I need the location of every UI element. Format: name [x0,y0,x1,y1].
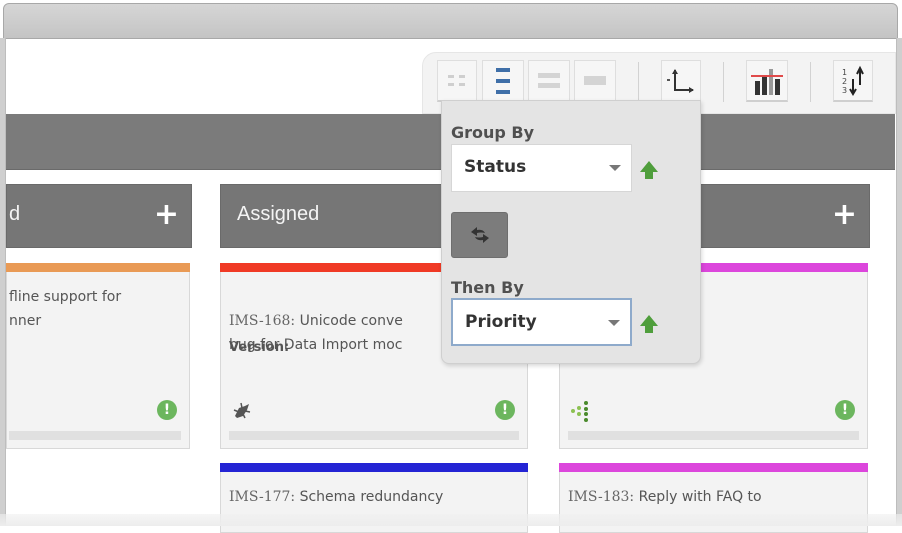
svg-text:1: 1 [842,68,847,77]
grid-icon [448,74,465,86]
card-progress-bar [9,431,181,440]
axis-icon [667,68,694,93]
view-list-large-button[interactable] [574,60,616,102]
chevron-down-icon [608,320,620,326]
window-titlebar[interactable] [3,3,898,39]
then-by-value: Priority [465,312,537,332]
view-grid-button[interactable] [437,60,477,102]
chevron-down-icon [609,165,621,171]
sort-ascending-icon[interactable] [639,159,659,181]
group-by-select[interactable]: Status [451,144,632,192]
view-list-medium-button[interactable] [528,60,570,102]
sort-ascending-icon[interactable] [639,313,659,335]
view-list-compact-button[interactable] [482,60,524,102]
then-by-select[interactable]: Priority [451,298,632,346]
swap-grouping-button[interactable] [451,212,508,258]
list-compact-icon [496,67,510,94]
axis-settings-button[interactable] [661,60,701,102]
toolbar-separator [810,62,811,102]
svg-text:3: 3 [842,86,847,95]
card-color-stripe [220,463,528,472]
bar-chart-limit-icon [751,68,783,95]
column-title: Assigned [237,203,320,225]
toolbar-separator [723,62,724,102]
add-card-button[interactable]: + [154,197,179,233]
list-medium-icon [538,72,560,88]
card-id[interactable]: IMS-177: [229,489,295,505]
sort-order-button[interactable]: 1 2 3 [833,60,873,102]
alert-icon: ! [835,400,855,420]
card-summary: fline support for nner [9,289,122,329]
then-by-label: Then By [451,278,524,297]
list-large-icon [584,75,606,85]
card-summary: Reply with FAQ to [634,489,762,505]
card-progress-bar [229,431,519,440]
alert-icon: ! [157,400,177,420]
svg-text:2: 2 [842,77,847,86]
column-header[interactable]: d + [6,184,192,248]
app-window: 1 2 3 d + Assigned + fline support for n… [0,0,902,533]
tree-icon [571,401,588,422]
window-frame-right [896,38,902,526]
column-title: d [9,203,21,225]
card[interactable]: fline support for nner ! [6,263,190,449]
swap-icon [470,227,489,243]
card-id[interactable]: IMS-183: [568,489,634,505]
alert-icon: ! [495,400,515,420]
group-by-label: Group By [451,123,535,142]
add-card-button[interactable]: + [832,197,857,233]
sort-numeric-icon: 1 2 3 [842,65,864,96]
card-color-stripe [559,463,868,472]
card-color-stripe [6,263,190,272]
wip-limits-button[interactable] [746,60,788,102]
bug-icon [233,402,251,419]
card-version-label: Version: [229,340,290,355]
group-by-popup: Group By Status Then By Priority [441,100,701,364]
card-progress-bar [568,431,859,440]
group-by-value: Status [464,157,527,177]
window-bottom-edge [0,514,902,526]
card-summary: Schema redundancy [295,489,444,505]
toolbar-separator [638,62,639,102]
card-id[interactable]: IMS-168: [229,313,295,329]
